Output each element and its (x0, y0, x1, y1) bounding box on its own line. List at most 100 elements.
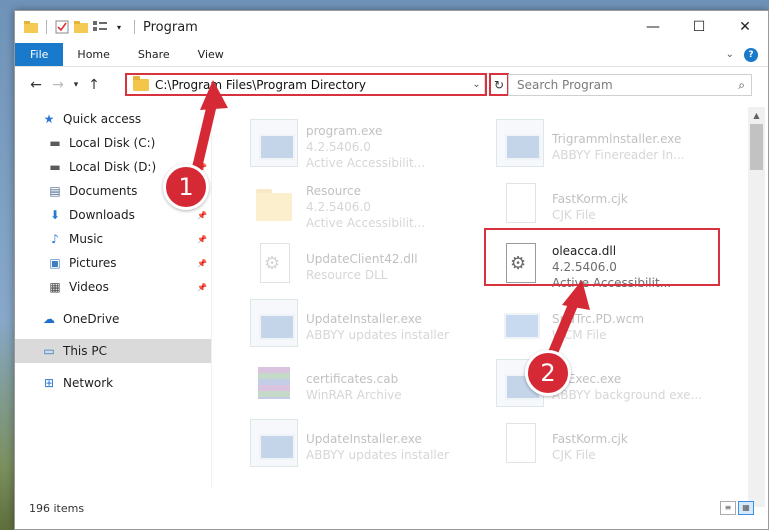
file-detail: CJK File (552, 448, 596, 462)
file-text: UpdateInstaller.exe ABBYY updates install… (306, 299, 456, 355)
sidebar-item-documents[interactable]: ▤ Documents 📌 (15, 179, 211, 203)
address-path[interactable]: C:\Program Files\Program Directory (155, 78, 469, 92)
file-tile[interactable]: UpdateInstaller.exe ABBYY updates install… (250, 419, 490, 475)
address-bar[interactable]: C:\Program Files\Program Directory ⌄ (125, 73, 487, 96)
sidebar-item-label: Pictures (69, 256, 117, 270)
search-input[interactable] (517, 78, 727, 92)
file-tile[interactable]: FastKorm.cjk CJK File (496, 179, 736, 235)
file-detail: Resource DLL (306, 268, 388, 282)
pin-icon: 📌 (197, 258, 207, 268)
sidebar-item-label: Network (63, 376, 114, 390)
sidebar-item-pictures[interactable]: ▣ Pictures 📌 (15, 251, 211, 275)
sidebar-item-network[interactable]: ⊞ Network (15, 371, 211, 395)
file-detail: 4.2.5406.0 (306, 200, 371, 214)
recent-locations-chevron-icon[interactable]: ▾ (69, 80, 83, 90)
file-detail: ABBYY updates installer (306, 448, 450, 462)
tab-view[interactable]: View (184, 43, 238, 66)
address-dropdown-icon[interactable]: ⌄ (469, 75, 485, 94)
target-file-highlight (484, 228, 720, 286)
gear-file-icon (250, 239, 298, 287)
exe-file-icon (250, 419, 298, 467)
file-name: BgExec.exe (552, 372, 622, 386)
chevron-down-icon[interactable]: ▾ (111, 19, 127, 35)
scroll-thumb[interactable] (750, 124, 763, 170)
vertical-scrollbar[interactable]: ▲ (748, 107, 765, 507)
file-name: FastKorm.cjk (552, 192, 628, 206)
file-tile[interactable]: Trigrammlnstaller.exe ABBYY Finereader In… (496, 119, 736, 175)
doc-file-icon (496, 419, 544, 467)
sidebar-item-label: This PC (63, 344, 107, 358)
view-buttons: ≡ ▦ (720, 501, 754, 515)
tab-home[interactable]: Home (63, 43, 123, 66)
file-text: Trigrammlnstaller.exe ABBYY Finereader In… (552, 119, 702, 175)
sidebar-item-label: Quick access (63, 112, 142, 126)
file-tile[interactable]: FastKorm.cjk CJK File (496, 419, 736, 475)
customize-icon[interactable] (92, 19, 108, 35)
explorer-window: ▾ Program — ☐ ✕ File Home Share View ⌄ ?… (14, 10, 769, 530)
tiles-view-icon[interactable]: ▦ (738, 501, 754, 515)
file-name: UpdateInstaller.exe (306, 312, 422, 326)
file-text: BgExec.exe ABBYY background exe... (552, 359, 702, 415)
tab-file[interactable]: File (15, 43, 64, 66)
back-arrow-icon[interactable]: ← (25, 77, 47, 93)
sidebar-item-onedrive[interactable]: ☁ OneDrive (15, 307, 211, 331)
file-tile[interactable]: BgExec.exe ABBYY background exe... (496, 359, 736, 415)
help-icon[interactable]: ? (744, 47, 758, 62)
refresh-button[interactable]: ↻ (489, 73, 509, 96)
star-icon: ★ (43, 112, 55, 126)
maximize-button[interactable]: ☐ (676, 11, 722, 43)
pin-icon: 📌 (197, 234, 207, 244)
status-bar: 196 items ≡ ▦ (15, 497, 768, 519)
details-view-icon[interactable]: ≡ (720, 501, 736, 515)
search-box[interactable]: ⌕ (508, 74, 752, 96)
wcm-file-icon (496, 299, 544, 347)
file-detail: WCM File (552, 328, 607, 342)
tab-share[interactable]: Share (124, 43, 184, 66)
file-tile[interactable]: UpdateClient42.dll Resource DLL (250, 239, 490, 295)
sidebar-item-quick-access[interactable]: ★ Quick access (15, 107, 211, 131)
sidebar-item-local-disk-c[interactable]: ▬ Local Disk (C:) 📌 (15, 131, 211, 155)
file-detail: Active Accessibilit... (306, 156, 426, 170)
sidebar-item-label: Local Disk (D:) (69, 160, 157, 174)
file-tile[interactable]: SndTrc.PD.wcm WCM File (496, 299, 736, 355)
videos-icon: ▦ (49, 280, 61, 294)
doc-file-icon (496, 179, 544, 227)
sidebar-item-videos[interactable]: ▦ Videos 📌 (15, 275, 211, 299)
file-tile[interactable]: certificates.cab WinRAR Archive (250, 359, 490, 415)
file-text: FastKorm.cjk CJK File (552, 419, 702, 475)
file-detail: CJK File (552, 208, 596, 222)
file-name: Resource (306, 184, 362, 198)
sidebar-item-music[interactable]: ♪ Music 📌 (15, 227, 211, 251)
file-text: certificates.cab WinRAR Archive (306, 359, 456, 415)
file-detail: WinRAR Archive (306, 388, 402, 402)
download-icon: ⬇ (49, 208, 61, 222)
scroll-up-icon[interactable]: ▲ (748, 107, 765, 124)
minimize-button[interactable]: — (630, 11, 676, 43)
documents-icon: ▤ (49, 184, 61, 198)
expand-ribbon-icon[interactable]: ⌄ (726, 49, 734, 60)
exe-file-icon (496, 359, 544, 407)
sidebar-item-this-pc[interactable]: ▭ This PC (15, 339, 211, 363)
title-bar: ▾ Program — ☐ ✕ (15, 11, 768, 43)
file-tile[interactable]: UpdateInstaller.exe ABBYY updates install… (250, 299, 490, 355)
forward-arrow-icon[interactable]: → (47, 77, 69, 93)
file-text: Resource 4.2.5406.0 Active Accessibilit... (306, 179, 456, 235)
sidebar-item-downloads[interactable]: ⬇ Downloads 📌 (15, 203, 211, 227)
file-name: certificates.cab (306, 372, 399, 386)
file-tile[interactable]: Resource 4.2.5406.0 Active Accessibilit... (250, 179, 490, 235)
pin-icon: 📌 (197, 282, 207, 292)
pane-divider[interactable] (211, 107, 212, 487)
file-tile[interactable]: program.exe 4.2.5406.0 Active Accessibilit… (250, 119, 490, 175)
properties-icon[interactable] (54, 19, 70, 35)
sidebar-item-local-disk-d[interactable]: ▬ Local Disk (D:) 📌 (15, 155, 211, 179)
pin-icon: 📌 (197, 138, 207, 148)
search-icon[interactable]: ⌕ (738, 78, 745, 93)
pin-icon: 📌 (197, 162, 207, 172)
file-detail: Active Accessibilit... (306, 216, 426, 230)
new-folder-icon[interactable] (73, 19, 89, 35)
file-name: SndTrc.PD.wcm (552, 312, 644, 326)
close-button[interactable]: ✕ (722, 11, 768, 43)
up-arrow-icon[interactable]: ↑ (83, 77, 105, 93)
